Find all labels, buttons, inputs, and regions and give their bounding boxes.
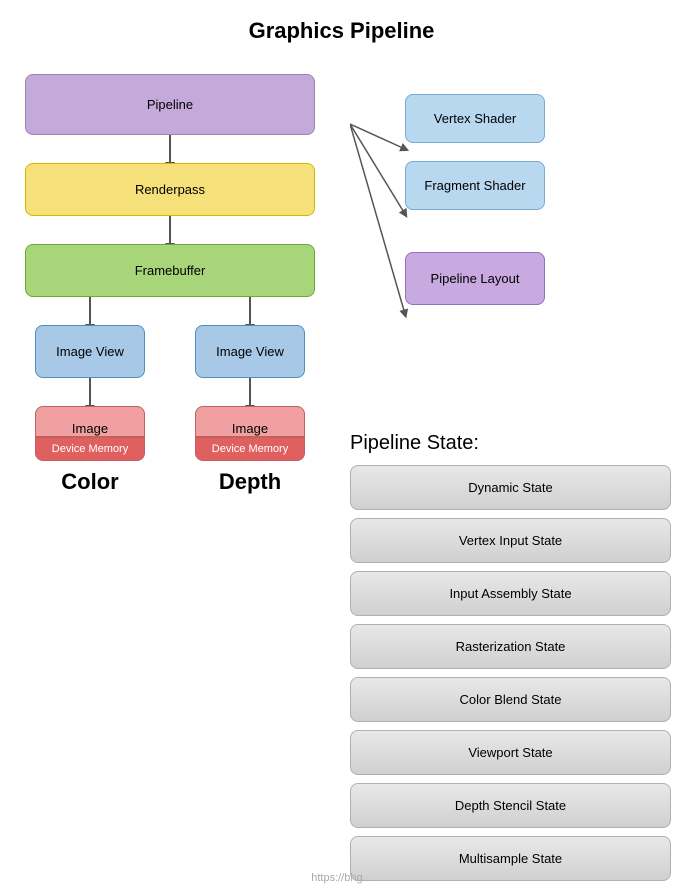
color-column: Image View Image Device Memory <box>35 297 145 495</box>
framebuffer-label: Framebuffer <box>135 263 206 278</box>
color-device-memory-box: Device Memory <box>35 437 145 461</box>
state-button-input-assembly-state[interactable]: Input Assembly State <box>350 571 671 616</box>
pipeline-state-title: Pipeline State: <box>350 432 671 455</box>
state-button-vertex-input-state[interactable]: Vertex Input State <box>350 518 671 563</box>
depth-device-memory-box: Device Memory <box>195 437 305 461</box>
pipeline-box: Pipeline <box>25 74 315 135</box>
fragment-shader-label: Fragment Shader <box>424 178 525 193</box>
vertex-shader-label: Vertex Shader <box>434 111 516 126</box>
color-image-view-box: Image View <box>35 325 145 378</box>
color-image-view-label: Image View <box>56 344 124 359</box>
state-button-rasterization-state[interactable]: Rasterization State <box>350 624 671 669</box>
right-panel: Vertex Shader Fragment Shader Pipeline L… <box>340 64 683 889</box>
left-panel: Pipeline Renderpass Framebuffer <box>0 64 340 889</box>
state-button-viewport-state[interactable]: Viewport State <box>350 730 671 775</box>
pipeline-label: Pipeline <box>147 97 193 112</box>
vertex-shader-box: Vertex Shader <box>405 94 545 143</box>
depth-image-view-label: Image View <box>216 344 284 359</box>
depth-label: Depth <box>219 469 281 495</box>
renderpass-label: Renderpass <box>135 182 205 197</box>
state-buttons-container: Dynamic State Vertex Input State Input Ass… <box>350 465 671 881</box>
page-title: Graphics Pipeline <box>0 0 683 54</box>
renderpass-box: Renderpass <box>25 163 315 216</box>
state-button-color-blend-state[interactable]: Color Blend State <box>350 677 671 722</box>
pipeline-layout-label: Pipeline Layout <box>431 271 520 286</box>
color-image-box: Image <box>35 406 145 437</box>
color-image-label: Image <box>72 421 108 436</box>
watermark: https://bhg... <box>0 872 683 884</box>
depth-device-memory-label: Device Memory <box>212 443 288 455</box>
color-device-memory-label: Device Memory <box>52 443 128 455</box>
color-label: Color <box>61 469 118 495</box>
depth-image-box: Image <box>195 406 305 437</box>
depth-image-label: Image <box>232 421 268 436</box>
pipeline-layout-box: Pipeline Layout <box>405 252 545 305</box>
fragment-shader-box: Fragment Shader <box>405 161 545 210</box>
depth-image-view-box: Image View <box>195 325 305 378</box>
depth-column: Image View Image Device Memory <box>195 297 305 495</box>
state-button-dynamic-state[interactable]: Dynamic State <box>350 465 671 510</box>
framebuffer-box: Framebuffer <box>25 244 315 297</box>
state-button-depth-stencil-state[interactable]: Depth Stencil State <box>350 783 671 828</box>
